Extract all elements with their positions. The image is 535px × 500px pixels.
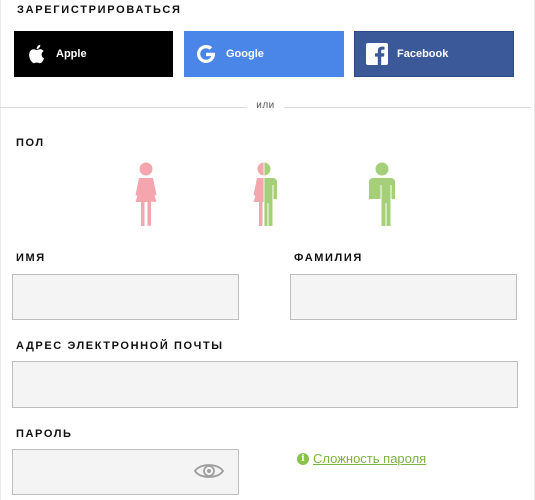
- female-icon: [135, 162, 157, 226]
- unisex-icon: [253, 162, 277, 226]
- password-strength-link[interactable]: i Сложность пароля: [297, 451, 426, 466]
- password-strength-label: Сложность пароля: [313, 451, 427, 466]
- last-name-label: ФАМИЛИЯ: [294, 252, 363, 264]
- google-icon: [195, 43, 217, 65]
- google-signin-button[interactable]: Google: [184, 31, 344, 77]
- or-label: или: [247, 100, 284, 111]
- signup-title: ЗАРЕГИСТРИРОВАТЬСЯ: [17, 4, 182, 16]
- eye-icon: [193, 464, 225, 478]
- password-label: ПАРОЛЬ: [16, 428, 73, 440]
- gender-unisex-option[interactable]: [246, 160, 282, 232]
- first-name-field[interactable]: [12, 274, 239, 320]
- first-name-label: ИМЯ: [16, 252, 46, 264]
- last-name-field[interactable]: [290, 274, 517, 320]
- info-icon: i: [297, 452, 309, 465]
- gender-heading: ПОЛ: [16, 137, 45, 149]
- apple-icon: [25, 43, 47, 65]
- show-password-toggle[interactable]: [193, 459, 225, 483]
- email-label: АДРЕС ЭЛЕКТРОННОЙ ПОЧТЫ: [16, 340, 224, 352]
- apple-signin-label: Apple: [56, 48, 87, 60]
- apple-signin-button[interactable]: Apple: [14, 31, 173, 77]
- gender-male-option[interactable]: [364, 160, 400, 232]
- gender-female-option[interactable]: [128, 160, 164, 232]
- facebook-signin-label: Facebook: [397, 48, 449, 60]
- male-icon: [369, 162, 395, 226]
- email-field[interactable]: [12, 361, 518, 408]
- google-signin-label: Google: [226, 48, 264, 60]
- facebook-signin-button[interactable]: Facebook: [354, 31, 514, 77]
- facebook-icon: [366, 43, 388, 65]
